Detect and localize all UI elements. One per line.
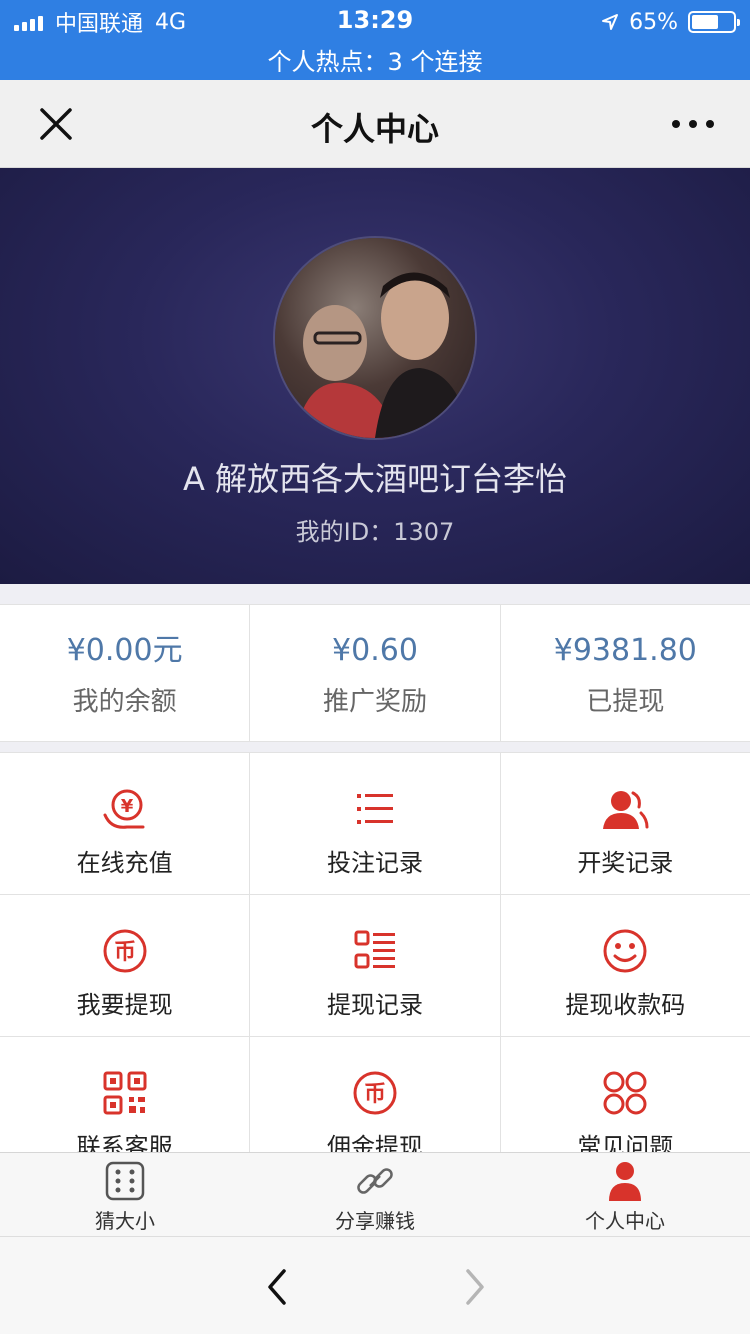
qr-code-icon bbox=[103, 1071, 147, 1115]
menu-label: 联系客服 bbox=[76, 1133, 173, 1152]
stat-promotion-reward[interactable]: ¥0.60 推广奖励 bbox=[250, 605, 501, 741]
menu-customer-service[interactable]: 联系客服 bbox=[0, 1037, 251, 1152]
tab-personal-center[interactable]: 个人中心 bbox=[500, 1153, 750, 1236]
grid-row: ¥ 在线充值 投注记录 开奖记录 bbox=[0, 753, 750, 895]
menu-label: 提现收款码 bbox=[565, 991, 686, 1019]
menu-withdraw[interactable]: 币 我要提现 bbox=[0, 895, 251, 1036]
menu-withdraw-records[interactable]: 提现记录 bbox=[250, 895, 501, 1036]
stat-label: 推广奖励 bbox=[322, 687, 427, 717]
menu-commission-withdraw[interactable]: 币 佣金提现 bbox=[250, 1037, 501, 1152]
grid-row: 联系客服 币 佣金提现 常见问题 bbox=[0, 1037, 750, 1152]
smile-icon bbox=[603, 929, 647, 973]
list-icon bbox=[356, 794, 393, 824]
menu-label: 常见问题 bbox=[577, 1133, 674, 1152]
stat-balance[interactable]: ¥0.00元 我的余额 bbox=[0, 605, 251, 741]
tab-bar: 猜大小 分享赚钱 个人中心 bbox=[0, 1152, 750, 1236]
browser-toolbar bbox=[0, 1236, 750, 1334]
more-icon[interactable] bbox=[668, 110, 718, 138]
forward-arrow-icon[interactable] bbox=[460, 1267, 490, 1307]
avatar[interactable] bbox=[275, 238, 475, 438]
back-arrow-icon[interactable] bbox=[262, 1267, 292, 1307]
menu-label: 在线充值 bbox=[76, 849, 173, 877]
location-icon bbox=[602, 14, 619, 30]
svg-text:¥: ¥ bbox=[120, 796, 133, 817]
nav-bar: 个人中心 bbox=[0, 80, 750, 168]
stat-value: ¥0.60 bbox=[332, 633, 418, 668]
menu-faq[interactable]: 常见问题 bbox=[501, 1037, 750, 1152]
stat-label: 已提现 bbox=[586, 687, 665, 717]
stat-withdrawn[interactable]: ¥9381.80 已提现 bbox=[501, 605, 750, 741]
menu-draw-records[interactable]: 开奖记录 bbox=[501, 753, 750, 894]
record-list-icon bbox=[354, 930, 395, 969]
dice-icon bbox=[105, 1161, 145, 1201]
grid-row: 币 我要提现 提现记录 提现收款码 bbox=[0, 895, 750, 1037]
avatar-photo bbox=[295, 272, 470, 438]
profile-name: A 解放西各大酒吧订台李怡 bbox=[182, 460, 568, 498]
coin-icon: 币 bbox=[103, 929, 147, 973]
page-title: 个人中心 bbox=[310, 110, 439, 148]
account-stats: ¥0.00元 我的余额 ¥0.60 推广奖励 ¥9381.80 已提现 bbox=[0, 604, 750, 742]
menu-label: 开奖记录 bbox=[577, 849, 674, 877]
profile-id: 我的ID：1307 bbox=[295, 518, 455, 546]
menu-label: 佣金提现 bbox=[326, 1133, 423, 1152]
menu-withdraw-qr[interactable]: 提现收款码 bbox=[501, 895, 750, 1036]
svg-text:币: 币 bbox=[364, 1082, 386, 1107]
battery-percent: 65% bbox=[629, 9, 678, 35]
menu-grid: ¥ 在线充值 投注记录 开奖记录 币 我要提现 提现记录 提现收款码 联系客服 … bbox=[0, 752, 750, 1152]
menu-label: 提现记录 bbox=[326, 991, 423, 1019]
menu-label: 投注记录 bbox=[326, 849, 423, 877]
menu-label: 我要提现 bbox=[76, 991, 173, 1019]
battery-icon bbox=[688, 11, 740, 33]
recharge-icon: ¥ bbox=[103, 789, 145, 829]
coin-icon: 币 bbox=[353, 1071, 397, 1115]
users-icon bbox=[603, 791, 649, 829]
person-icon bbox=[609, 1162, 641, 1201]
tab-label: 分享赚钱 bbox=[335, 1209, 415, 1233]
stat-value: ¥9381.80 bbox=[553, 633, 697, 668]
stat-value: ¥0.00元 bbox=[66, 633, 183, 668]
status-right: 65% bbox=[601, 8, 740, 36]
svg-text:币: 币 bbox=[114, 940, 136, 965]
tab-label: 个人中心 bbox=[585, 1209, 665, 1233]
menu-online-recharge[interactable]: ¥ 在线充值 bbox=[0, 753, 251, 894]
stat-label: 我的余额 bbox=[72, 687, 177, 717]
hotspot-banner[interactable]: 个人热点：3 个连接 bbox=[0, 42, 750, 77]
circles-icon bbox=[603, 1071, 647, 1115]
profile-header: A 解放西各大酒吧订台李怡 我的ID：1307 bbox=[0, 168, 750, 584]
tab-share-earn[interactable]: 分享赚钱 bbox=[250, 1153, 500, 1236]
link-icon bbox=[357, 1168, 393, 1194]
tab-label: 猜大小 bbox=[95, 1209, 155, 1233]
tab-guess-size[interactable]: 猜大小 bbox=[0, 1153, 250, 1236]
status-bar: 中国联通 4G 13:29 65% 个人热点：3 个连接 bbox=[0, 0, 750, 80]
menu-bet-records[interactable]: 投注记录 bbox=[250, 753, 501, 894]
